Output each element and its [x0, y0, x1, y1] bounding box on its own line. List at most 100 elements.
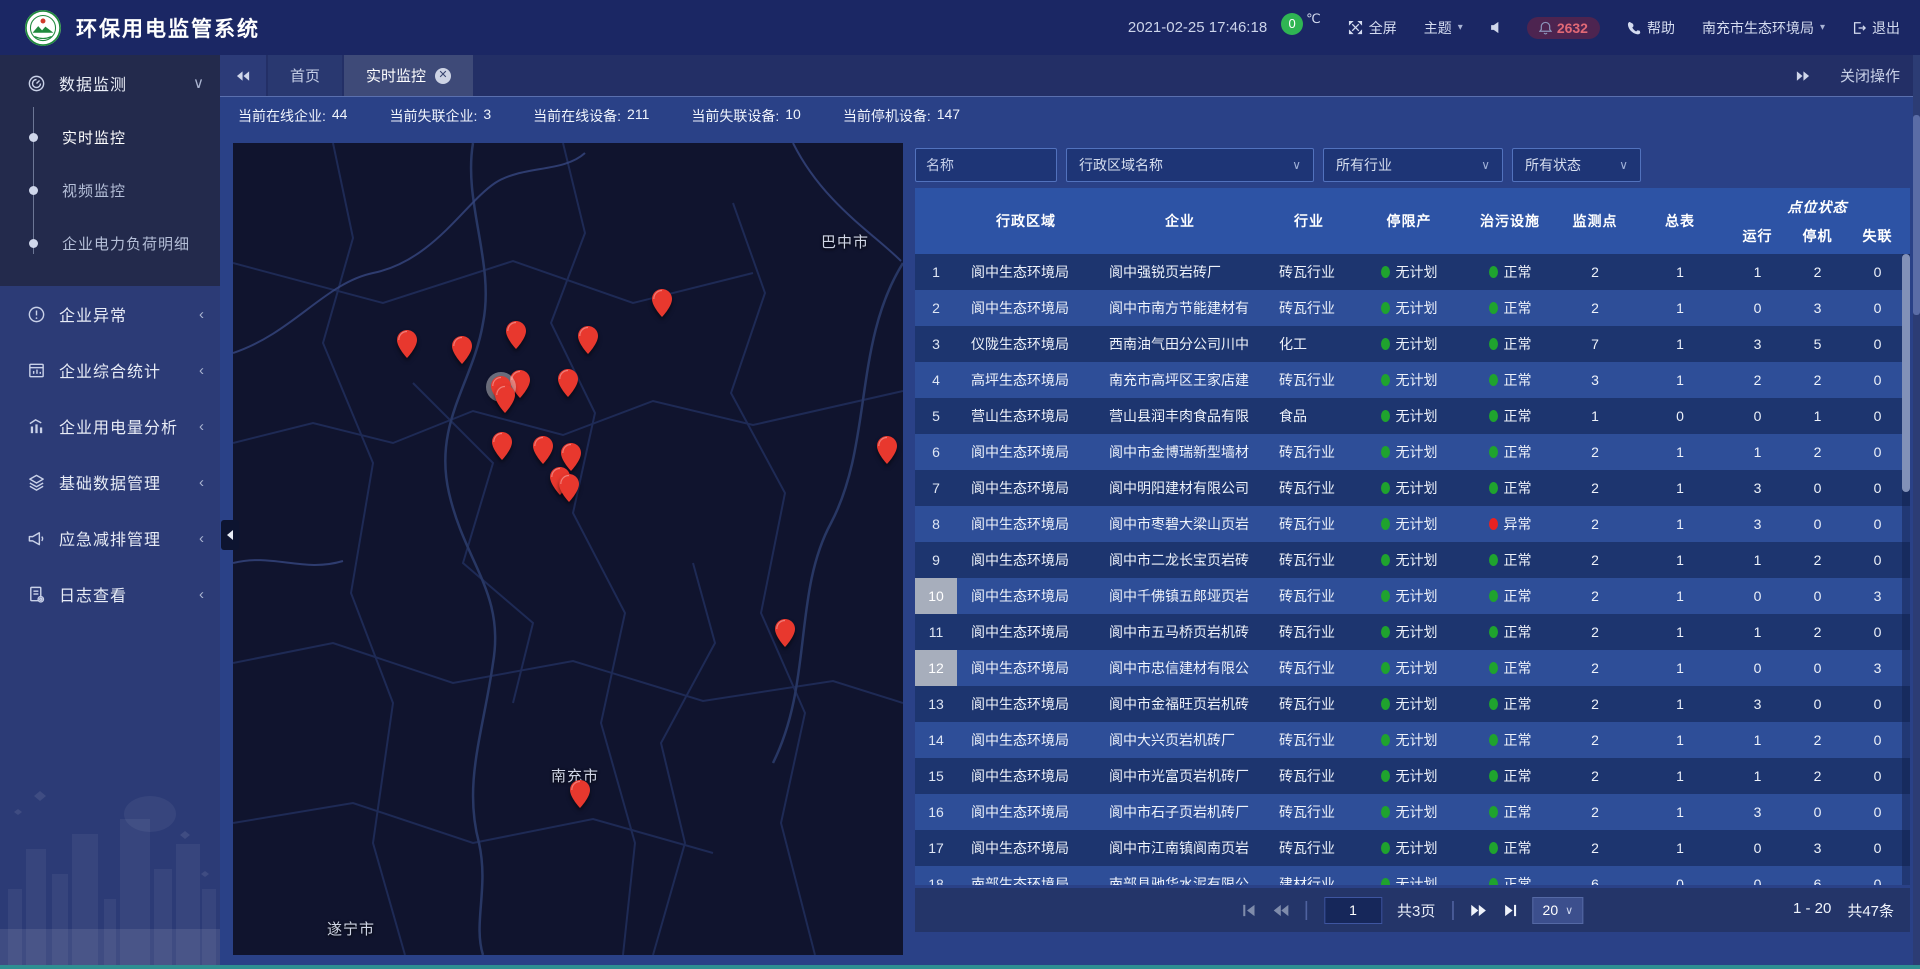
cell-meters: 1: [1635, 660, 1725, 676]
cell-facility-status: 正常: [1465, 802, 1555, 822]
cell-facility-status: 正常: [1465, 334, 1555, 354]
table-row[interactable]: 12阆中生态环境局阆中市忠信建材有限公砖瓦行业无计划正常21003: [915, 650, 1910, 686]
last-page-button[interactable]: [1503, 904, 1518, 917]
close-operations-button[interactable]: 关闭操作: [1840, 65, 1900, 86]
map-pin-icon[interactable]: [533, 436, 553, 464]
tabs-scroll-left-button[interactable]: [220, 55, 266, 96]
megaphone-icon: [26, 529, 46, 548]
table-row[interactable]: 3仪陇生态环境局西南油气田分公司川中化工无计划正常71350: [915, 326, 1910, 362]
table-row[interactable]: 2阆中生态环境局阆中市南方节能建材有砖瓦行业无计划正常21030: [915, 290, 1910, 326]
cell-limit-status: 无计划: [1353, 550, 1465, 570]
tab-close-icon[interactable]: ✕: [435, 68, 451, 84]
mute-speaker-icon[interactable]: [1490, 21, 1503, 34]
table-row[interactable]: 15阆中生态环境局阆中市光富页岩机砖厂砖瓦行业无计划正常21120: [915, 758, 1910, 794]
first-page-button[interactable]: [1242, 904, 1257, 917]
status-filter-select[interactable]: 所有状态 ∨: [1512, 148, 1641, 182]
table-row[interactable]: 17阆中生态环境局阆中市江南镇阆南页岩砖瓦行业无计划正常21030: [915, 830, 1910, 866]
sidebar-item-power-analysis[interactable]: 企业用电量分析‹: [0, 398, 220, 454]
sidebar-item-data-monitor[interactable]: 数据监测∨: [0, 55, 220, 111]
region-filter-select[interactable]: 行政区域名称 ∨: [1066, 148, 1314, 182]
table-row[interactable]: 18南部生态环境局南部县驰华水泥有限公建材行业无计划正常60060: [915, 866, 1910, 885]
cell-stop: 2: [1790, 624, 1845, 640]
fullscreen-button[interactable]: 全屏: [1348, 18, 1397, 38]
cell-meters: 1: [1635, 840, 1725, 856]
col-points: 监测点: [1555, 188, 1635, 254]
industry-filter-select[interactable]: 所有行业 ∨: [1323, 148, 1503, 182]
table-row[interactable]: 5营山生态环境局营山县润丰肉食品有限食品无计划正常10010: [915, 398, 1910, 434]
org-dropdown[interactable]: 南充市生态环境局 ▾: [1702, 18, 1825, 38]
map-pin-icon[interactable]: [506, 321, 526, 349]
table-row[interactable]: 1阆中生态环境局阆中强锐页岩砖厂砖瓦行业无计划正常21120: [915, 254, 1910, 290]
table-row[interactable]: 13阆中生态环境局阆中市金福旺页岩机砖砖瓦行业无计划正常21300: [915, 686, 1910, 722]
map-panel[interactable]: 巴中市南充市遂宁市: [233, 143, 903, 955]
stat-item-1: 当前失联企业:3: [389, 106, 491, 126]
sidebar-item-enterprise-abnormal[interactable]: 企业异常‹: [0, 286, 220, 342]
table-scrollbar[interactable]: [1902, 254, 1910, 885]
theme-dropdown[interactable]: 主题 ▾: [1424, 18, 1463, 38]
map-pin-icon[interactable]: [452, 336, 472, 364]
cell-region: 阆中生态环境局: [957, 766, 1095, 786]
table-row[interactable]: 7阆中生态环境局阆中明阳建材有限公司砖瓦行业无计划正常21300: [915, 470, 1910, 506]
col-facility: 治污设施: [1465, 188, 1555, 254]
cell-run: 3: [1725, 804, 1790, 820]
map-pin-icon[interactable]: [775, 619, 795, 647]
map-pin-icon[interactable]: [492, 432, 512, 460]
sidebar-group-data-monitor: 数据监测∨实时监控视频监控企业电力负荷明细: [0, 55, 220, 286]
cell-lost: 0: [1845, 300, 1910, 316]
sidebar-item-power-load-detail[interactable]: 企业电力负荷明细: [0, 217, 220, 270]
map-pin-icon[interactable]: [495, 385, 515, 413]
table-row[interactable]: 11阆中生态环境局阆中市五马桥页岩机砖砖瓦行业无计划正常21120: [915, 614, 1910, 650]
bullet-dot-icon: [29, 239, 38, 248]
chart-icon: [26, 417, 46, 436]
map-pin-icon[interactable]: [570, 780, 590, 808]
map-pin-icon[interactable]: [578, 326, 598, 354]
next-page-button[interactable]: [1471, 904, 1488, 917]
map-pin-icon[interactable]: [652, 289, 672, 317]
table-row[interactable]: 6阆中生态环境局阆中市金博瑞新型墙材砖瓦行业无计划正常21120: [915, 434, 1910, 470]
cell-facility-status: 正常: [1465, 406, 1555, 426]
tabs-scroll-right-button[interactable]: [1795, 70, 1810, 82]
cell-run: 1: [1725, 768, 1790, 784]
cell-meters: 1: [1635, 732, 1725, 748]
cell-company: 阆中大兴页岩机砖厂: [1095, 730, 1265, 750]
table-row[interactable]: 8阆中生态环境局阆中市枣碧大梁山页岩砖瓦行业无计划异常21300: [915, 506, 1910, 542]
map-pin-icon[interactable]: [559, 474, 579, 502]
sidebar-item-enterprise-stats[interactable]: 企业综合统计‹: [0, 342, 220, 398]
prev-page-button[interactable]: [1272, 904, 1289, 917]
cell-stop: 2: [1790, 768, 1845, 784]
page-number-input[interactable]: [1324, 897, 1382, 924]
page-scrollbar[interactable]: [1913, 55, 1920, 969]
map-pin-icon[interactable]: [877, 436, 897, 464]
sidebar-item-log-view[interactable]: 日志查看‹: [0, 566, 220, 622]
table-row[interactable]: 10阆中生态环境局阆中千佛镇五郎垭页岩砖瓦行业无计划正常21003: [915, 578, 1910, 614]
table-row[interactable]: 14阆中生态环境局阆中大兴页岩机砖厂砖瓦行业无计划正常21120: [915, 722, 1910, 758]
notification-badge[interactable]: 2632: [1527, 17, 1600, 39]
sidebar-collapse-handle[interactable]: [221, 520, 239, 550]
cell-region: 阆中生态环境局: [957, 550, 1095, 570]
map-pin-icon[interactable]: [558, 369, 578, 397]
cell-industry: 砖瓦行业: [1265, 658, 1353, 678]
sidebar-item-realtime-monitor[interactable]: 实时监控: [0, 111, 220, 164]
cell-industry: 砖瓦行业: [1265, 298, 1353, 318]
sidebar-item-base-data[interactable]: 基础数据管理‹: [0, 454, 220, 510]
page-size-select[interactable]: 20 ∨: [1533, 897, 1584, 924]
logout-button[interactable]: 退出: [1852, 18, 1900, 38]
cell-lost: 0: [1845, 768, 1910, 784]
sidebar-item-video-monitor[interactable]: 视频监控: [0, 164, 220, 217]
cell-limit-status: 无计划: [1353, 406, 1465, 426]
row-index: 15: [915, 758, 957, 794]
help-button[interactable]: 帮助: [1627, 18, 1675, 38]
map-pin-icon[interactable]: [397, 330, 417, 358]
table-row[interactable]: 9阆中生态环境局阆中市二龙长宝页岩砖砖瓦行业无计划正常21120: [915, 542, 1910, 578]
tab-realtime-monitor[interactable]: 实时监控 ✕: [344, 55, 473, 96]
tab-home[interactable]: 首页: [268, 55, 342, 96]
cell-company: 阆中市南方节能建材有: [1095, 298, 1265, 318]
name-filter-input[interactable]: [915, 148, 1057, 182]
sidebar-item-emergency-reduction[interactable]: 应急减排管理‹: [0, 510, 220, 566]
cell-region: 阆中生态环境局: [957, 478, 1095, 498]
cell-stop: 3: [1790, 840, 1845, 856]
chevron-down-icon: ▾: [1820, 22, 1825, 33]
table-row[interactable]: 4高坪生态环境局南充市高坪区王家店建砖瓦行业无计划正常31220: [915, 362, 1910, 398]
table-row[interactable]: 16阆中生态环境局阆中市石子页岩机砖厂砖瓦行业无计划正常21300: [915, 794, 1910, 830]
cell-points: 2: [1555, 732, 1635, 748]
